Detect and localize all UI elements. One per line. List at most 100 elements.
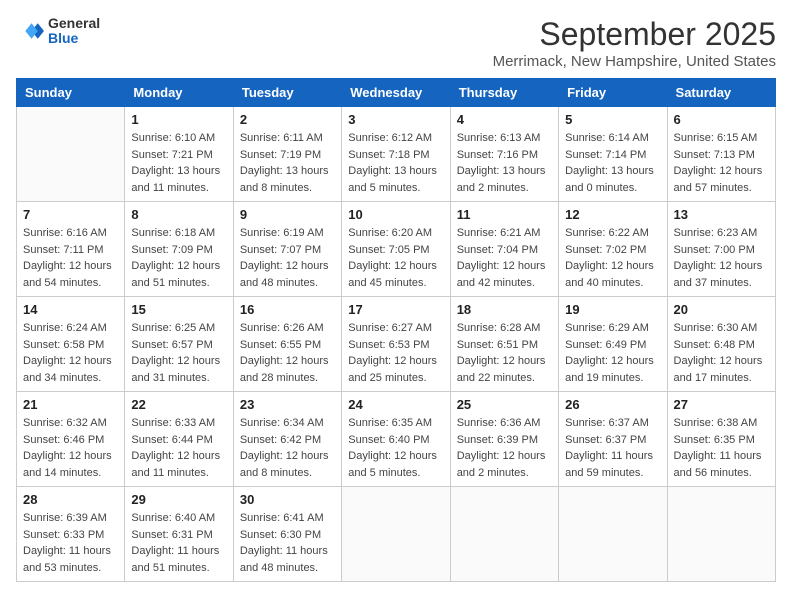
day-number: 20 [674, 302, 769, 317]
day-info: Sunrise: 6:41 AMSunset: 6:30 PMDaylight:… [240, 510, 335, 576]
day-header: Saturday [667, 79, 775, 107]
day-number: 16 [240, 302, 335, 317]
calendar-cell: 9 Sunrise: 6:19 AMSunset: 7:07 PMDaylight… [233, 202, 341, 297]
calendar-cell: 28 Sunrise: 6:39 AMSunset: 6:33 PMDayligh… [17, 487, 125, 582]
calendar-cell: 16 Sunrise: 6:26 AMSunset: 6:55 PMDayligh… [233, 297, 341, 392]
day-header: Monday [125, 79, 233, 107]
calendar-cell [450, 487, 558, 582]
calendar-week-row: 1Sunrise: 6:10 AMSunset: 7:21 PMDaylight… [17, 107, 776, 202]
day-number: 30 [240, 492, 335, 507]
calendar-cell: 6 Sunrise: 6:15 AMSunset: 7:13 PMDaylight… [667, 107, 775, 202]
day-info: Sunrise: 6:28 AMSunset: 6:51 PMDaylight:… [457, 320, 552, 386]
day-number: 17 [348, 302, 443, 317]
calendar-cell: 17 Sunrise: 6:27 AMSunset: 6:53 PMDayligh… [342, 297, 450, 392]
day-info: Sunrise: 6:11 AMSunset: 7:19 PMDaylight:… [240, 130, 335, 196]
calendar-cell: 5 Sunrise: 6:14 AMSunset: 7:14 PMDaylight… [559, 107, 667, 202]
calendar-week-row: 7Sunrise: 6:16 AMSunset: 7:11 PMDaylight… [17, 202, 776, 297]
calendar-cell [17, 107, 125, 202]
calendar-cell: 18 Sunrise: 6:28 AMSunset: 6:51 PMDayligh… [450, 297, 558, 392]
calendar-cell: 25 Sunrise: 6:36 AMSunset: 6:39 PMDayligh… [450, 392, 558, 487]
day-header: Friday [559, 79, 667, 107]
day-number: 19 [565, 302, 660, 317]
day-number: 24 [348, 397, 443, 412]
day-info: Sunrise: 6:19 AMSunset: 7:07 PMDaylight:… [240, 225, 335, 291]
day-info: Sunrise: 6:36 AMSunset: 6:39 PMDaylight:… [457, 415, 552, 481]
day-info: Sunrise: 6:39 AMSunset: 6:33 PMDaylight:… [23, 510, 118, 576]
day-info: Sunrise: 6:34 AMSunset: 6:42 PMDaylight:… [240, 415, 335, 481]
calendar-cell: 22 Sunrise: 6:33 AMSunset: 6:44 PMDayligh… [125, 392, 233, 487]
day-number: 11 [457, 207, 552, 222]
day-number: 22 [131, 397, 226, 412]
day-number: 21 [23, 397, 118, 412]
day-info: Sunrise: 6:29 AMSunset: 6:49 PMDaylight:… [565, 320, 660, 386]
day-info: Sunrise: 6:25 AMSunset: 6:57 PMDaylight:… [131, 320, 226, 386]
day-number: 10 [348, 207, 443, 222]
calendar-week-row: 21 Sunrise: 6:32 AMSunset: 6:46 PMDayligh… [17, 392, 776, 487]
day-info: Sunrise: 6:32 AMSunset: 6:46 PMDaylight:… [23, 415, 118, 481]
day-info: Sunrise: 6:27 AMSunset: 6:53 PMDaylight:… [348, 320, 443, 386]
day-info: Sunrise: 6:23 AMSunset: 7:00 PMDaylight:… [674, 225, 769, 291]
title-area: September 2025 Merrimack, New Hampshire,… [493, 16, 776, 70]
day-info: Sunrise: 6:12 AMSunset: 7:18 PMDaylight:… [348, 130, 443, 196]
day-number: 14 [23, 302, 118, 317]
day-number: 28 [23, 492, 118, 507]
calendar-cell [342, 487, 450, 582]
day-number: 15 [131, 302, 226, 317]
calendar-cell: 15 Sunrise: 6:25 AMSunset: 6:57 PMDayligh… [125, 297, 233, 392]
day-info: Sunrise: 6:38 AMSunset: 6:35 PMDaylight:… [674, 415, 769, 481]
calendar-table: SundayMondayTuesdayWednesdayThursdayFrid… [16, 78, 776, 582]
day-number: 29 [131, 492, 226, 507]
day-number: 1 [131, 112, 226, 127]
calendar-cell: 11 Sunrise: 6:21 AMSunset: 7:04 PMDayligh… [450, 202, 558, 297]
day-number: 23 [240, 397, 335, 412]
day-header: Thursday [450, 79, 558, 107]
calendar-cell: 1Sunrise: 6:10 AMSunset: 7:21 PMDaylight… [125, 107, 233, 202]
calendar-cell [559, 487, 667, 582]
logo: General Blue [16, 16, 100, 47]
calendar-cell: 29 Sunrise: 6:40 AMSunset: 6:31 PMDayligh… [125, 487, 233, 582]
calendar-cell: 4Sunrise: 6:13 AMSunset: 7:16 PMDaylight… [450, 107, 558, 202]
page-header: General Blue September 2025 Merrimack, N… [16, 16, 776, 70]
calendar-cell: 21 Sunrise: 6:32 AMSunset: 6:46 PMDayligh… [17, 392, 125, 487]
calendar-cell: 8Sunrise: 6:18 AMSunset: 7:09 PMDaylight… [125, 202, 233, 297]
day-number: 3 [348, 112, 443, 127]
calendar-cell: 13 Sunrise: 6:23 AMSunset: 7:00 PMDayligh… [667, 202, 775, 297]
calendar-cell: 27 Sunrise: 6:38 AMSunset: 6:35 PMDayligh… [667, 392, 775, 487]
day-number: 12 [565, 207, 660, 222]
day-info: Sunrise: 6:35 AMSunset: 6:40 PMDaylight:… [348, 415, 443, 481]
day-header: Sunday [17, 79, 125, 107]
day-number: 27 [674, 397, 769, 412]
day-number: 18 [457, 302, 552, 317]
day-info: Sunrise: 6:26 AMSunset: 6:55 PMDaylight:… [240, 320, 335, 386]
day-number: 5 [565, 112, 660, 127]
day-info: Sunrise: 6:33 AMSunset: 6:44 PMDaylight:… [131, 415, 226, 481]
day-number: 25 [457, 397, 552, 412]
day-number: 13 [674, 207, 769, 222]
day-info: Sunrise: 6:22 AMSunset: 7:02 PMDaylight:… [565, 225, 660, 291]
day-header: Tuesday [233, 79, 341, 107]
calendar-cell: 10 Sunrise: 6:20 AMSunset: 7:05 PMDayligh… [342, 202, 450, 297]
day-number: 6 [674, 112, 769, 127]
day-info: Sunrise: 6:30 AMSunset: 6:48 PMDaylight:… [674, 320, 769, 386]
day-info: Sunrise: 6:21 AMSunset: 7:04 PMDaylight:… [457, 225, 552, 291]
day-info: Sunrise: 6:15 AMSunset: 7:13 PMDaylight:… [674, 130, 769, 196]
calendar-cell: 24 Sunrise: 6:35 AMSunset: 6:40 PMDayligh… [342, 392, 450, 487]
day-info: Sunrise: 6:20 AMSunset: 7:05 PMDaylight:… [348, 225, 443, 291]
day-number: 4 [457, 112, 552, 127]
calendar-week-row: 28 Sunrise: 6:39 AMSunset: 6:33 PMDayligh… [17, 487, 776, 582]
calendar-week-row: 14Sunrise: 6:24 AMSunset: 6:58 PMDayligh… [17, 297, 776, 392]
day-info: Sunrise: 6:40 AMSunset: 6:31 PMDaylight:… [131, 510, 226, 576]
calendar-cell: 19 Sunrise: 6:29 AMSunset: 6:49 PMDayligh… [559, 297, 667, 392]
calendar-cell: 2 Sunrise: 6:11 AMSunset: 7:19 PMDaylight… [233, 107, 341, 202]
day-number: 9 [240, 207, 335, 222]
calendar-cell: 30 Sunrise: 6:41 AMSunset: 6:30 PMDayligh… [233, 487, 341, 582]
day-number: 2 [240, 112, 335, 127]
logo-general: General [48, 16, 100, 31]
day-header: Wednesday [342, 79, 450, 107]
day-info: Sunrise: 6:14 AMSunset: 7:14 PMDaylight:… [565, 130, 660, 196]
calendar-cell: 26Sunrise: 6:37 AMSunset: 6:37 PMDayligh… [559, 392, 667, 487]
day-info: Sunrise: 6:37 AMSunset: 6:37 PMDaylight:… [565, 415, 660, 481]
day-number: 8 [131, 207, 226, 222]
calendar-cell [667, 487, 775, 582]
calendar-cell: 7Sunrise: 6:16 AMSunset: 7:11 PMDaylight… [17, 202, 125, 297]
